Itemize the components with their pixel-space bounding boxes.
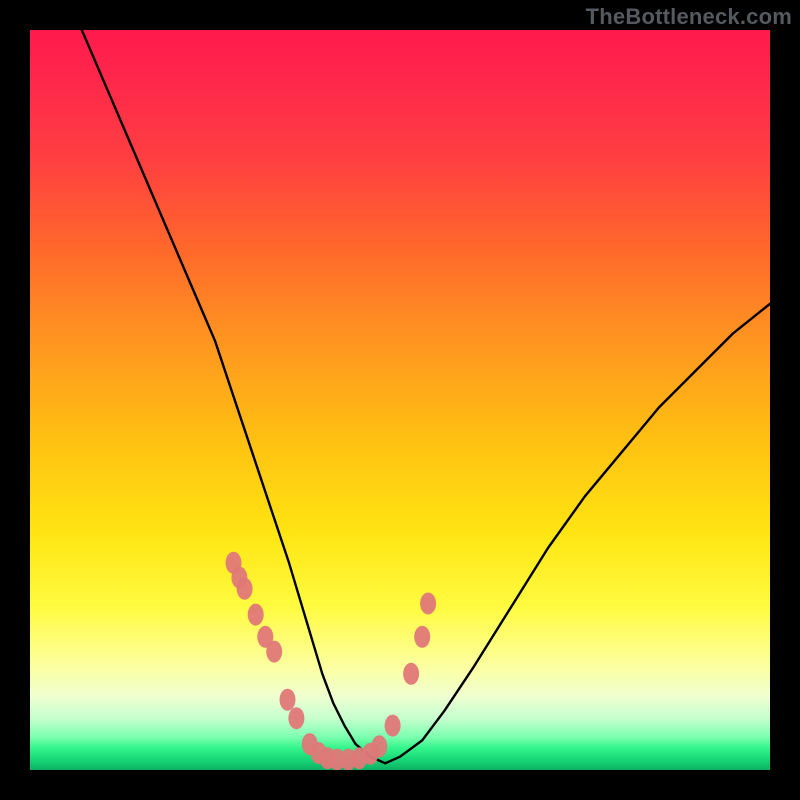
curve-overlay [30, 30, 770, 770]
chart-frame: TheBottleneck.com [0, 0, 800, 800]
plot-area [30, 30, 770, 770]
watermark-text: TheBottleneck.com [586, 4, 792, 30]
curve-markers [226, 552, 437, 770]
bottleneck-curve [82, 30, 770, 763]
